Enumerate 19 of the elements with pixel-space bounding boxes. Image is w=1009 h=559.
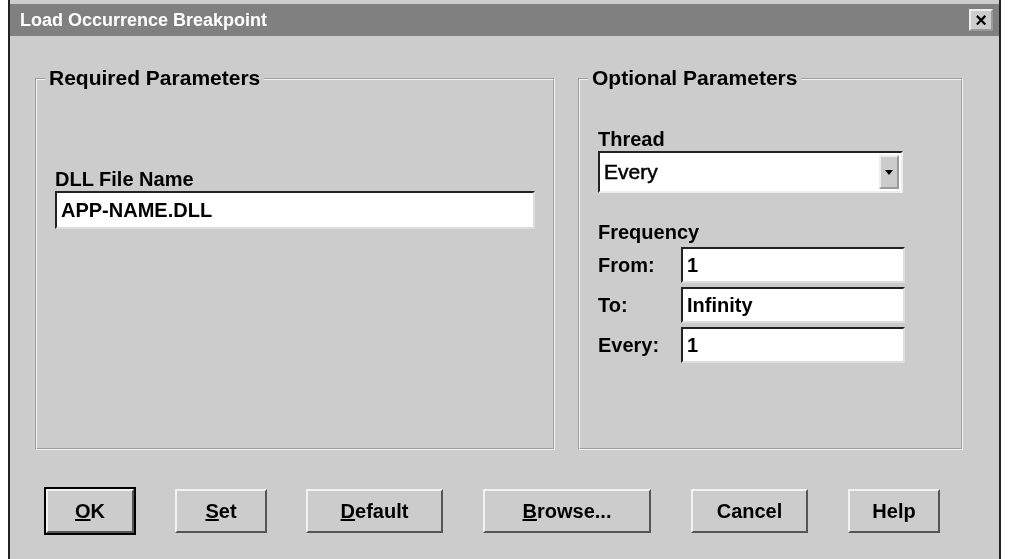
input-field[interactable]: APP-NAME.DLL (55, 191, 535, 229)
field-label: DLL File Name (55, 168, 195, 191)
input-field[interactable]: 1 (681, 327, 905, 363)
input-field[interactable]: Infinity (681, 287, 905, 323)
dialog-button[interactable]: Help (848, 489, 940, 533)
field-label: Frequency (598, 221, 701, 244)
close-button[interactable]: × (969, 9, 993, 31)
dropdown[interactable]: Every (598, 151, 903, 193)
field-label: To: (598, 293, 629, 317)
field-label: Every: (598, 333, 661, 357)
dialog-button[interactable]: Set (175, 489, 267, 533)
dialog-button[interactable]: Default (306, 489, 443, 533)
dialog-button[interactable]: OK (45, 488, 135, 534)
field-label: From: (598, 253, 656, 277)
dialog-button[interactable]: Browse... (483, 489, 651, 533)
input-field[interactable]: 1 (681, 247, 905, 283)
dialog-button[interactable]: Cancel (691, 489, 808, 533)
field-label: Thread (598, 128, 666, 151)
window-title: Load Occurrence Breakpoint (20, 9, 268, 31)
